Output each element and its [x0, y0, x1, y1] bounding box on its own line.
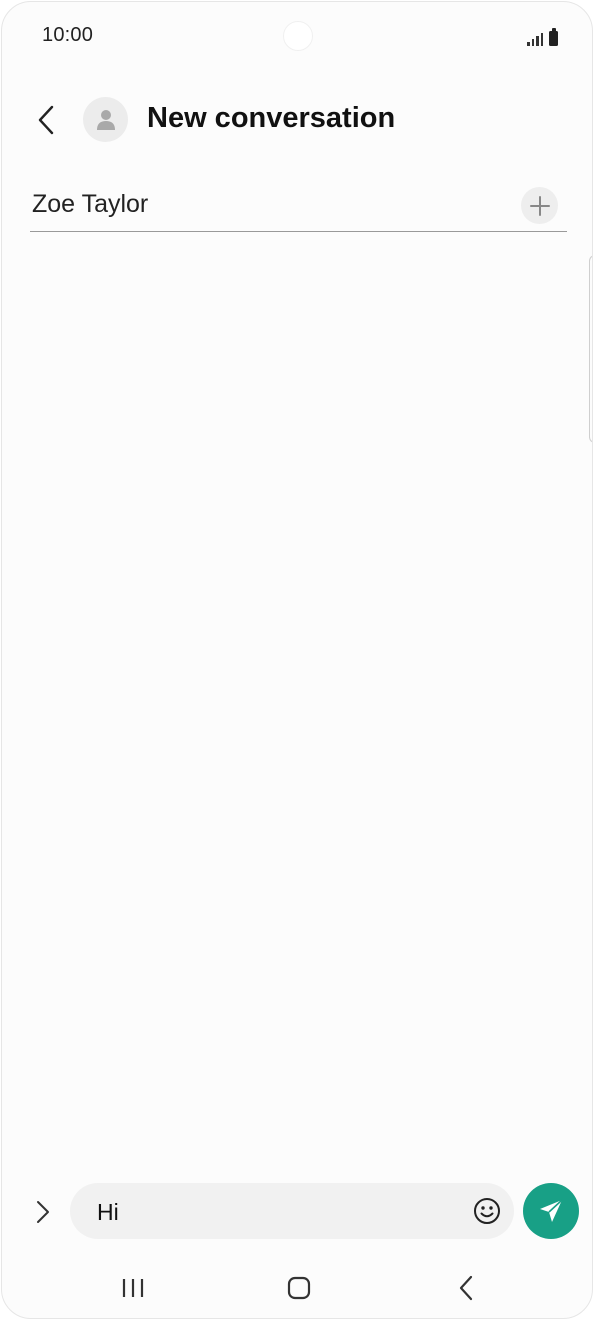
front-camera — [283, 21, 313, 51]
recipient-input[interactable]: Zoe Taylor — [32, 190, 148, 219]
smiley-icon — [474, 1198, 500, 1224]
send-icon — [540, 1199, 563, 1222]
back-icon — [459, 1275, 473, 1301]
chevron-left-icon — [38, 105, 54, 135]
page-title: New conversation — [147, 102, 396, 134]
home-icon — [287, 1276, 311, 1300]
phone-screen: 10:00 New conversation Zoe Taylor Hi — [1, 1, 593, 1319]
send-button[interactable] — [523, 1183, 579, 1239]
status-icons — [527, 24, 558, 46]
signal-icon — [527, 30, 543, 46]
person-icon — [96, 109, 115, 130]
emoji-button[interactable] — [472, 1196, 502, 1226]
nav-back-button[interactable] — [442, 1266, 490, 1310]
nav-recents-button[interactable] — [109, 1266, 157, 1310]
chevron-right-icon — [37, 1201, 49, 1223]
plus-icon — [529, 195, 550, 216]
add-recipient-button[interactable] — [521, 187, 558, 224]
recipient-divider — [30, 231, 567, 232]
contact-avatar[interactable] — [83, 97, 128, 142]
recents-icon — [122, 1279, 144, 1297]
message-input-box[interactable]: Hi — [70, 1183, 514, 1239]
battery-icon — [549, 28, 558, 46]
edge-panel-handle[interactable] — [589, 255, 592, 443]
back-button[interactable] — [28, 100, 64, 140]
nav-home-button[interactable] — [275, 1266, 323, 1310]
expand-options-button[interactable] — [26, 1194, 60, 1230]
status-time: 10:00 — [42, 24, 94, 46]
message-input[interactable]: Hi — [97, 1199, 119, 1226]
